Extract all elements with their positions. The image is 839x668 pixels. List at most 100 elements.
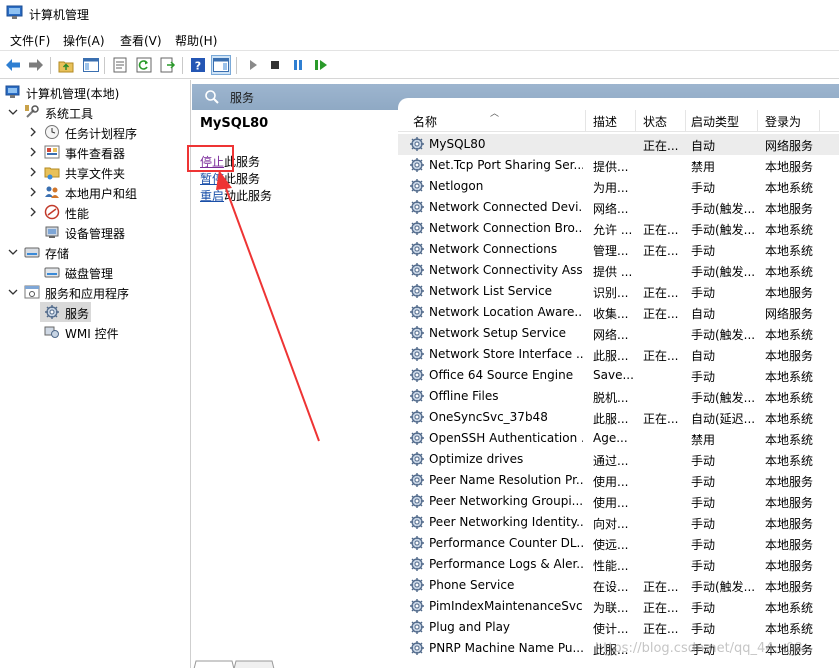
back-button[interactable] [3, 55, 23, 75]
restart-service-link[interactable]: 重启动此服务 [200, 187, 272, 204]
table-row[interactable]: Network Location Aware... 收集... 正在... 自动 网络服… [398, 302, 839, 323]
service-name-cell: Network Location Aware... [429, 305, 583, 319]
service-description-cell: 使用... [593, 475, 629, 489]
menu-action[interactable]: 操作(A) [63, 32, 105, 49]
tree-item-11[interactable]: 服务 [0, 302, 190, 322]
chevron-down-icon[interactable] [8, 107, 18, 117]
service-description-cell: 收集... [593, 307, 629, 321]
table-row[interactable]: Network List Service 识别... 正在... 手动 本地服务 [398, 281, 839, 302]
forward-button[interactable] [26, 55, 46, 75]
up-folder-button[interactable] [56, 55, 76, 75]
table-row[interactable]: Offline Files 脱机... 手动(触发... 本地系统 [398, 386, 839, 407]
service-name-cell: Net.Tcp Port Sharing Ser... [429, 158, 583, 172]
service-startup-type-cell: 自动 [691, 139, 716, 153]
service-gear-icon [410, 368, 424, 382]
table-row[interactable]: Net.Tcp Port Sharing Ser... 提供... 禁用 本地服务 [398, 155, 839, 176]
tree-item-7[interactable]: 设备管理器 [0, 222, 190, 242]
tree-item-10[interactable]: 服务和应用程序 [0, 282, 190, 302]
service-name-cell: Offline Files [429, 389, 499, 403]
service-logon-cell: 本地服务 [765, 475, 814, 489]
table-row[interactable]: Network Store Interface ... 此服... 正在... 自动 本… [398, 344, 839, 365]
table-row[interactable]: Peer Networking Groupi... 使用... 手动 本地服务 [398, 491, 839, 512]
service-gear-icon [410, 263, 424, 277]
pause-service-link[interactable]: 暂停此服务 [200, 170, 260, 187]
title-bar: 计算机管理 [0, 0, 839, 28]
chevron-right-icon[interactable] [28, 147, 38, 157]
column-header-name[interactable]: 名称 [413, 113, 437, 130]
tree-item-6[interactable]: 性能 [0, 202, 190, 222]
tree-item-4[interactable]: 共享文件夹 [0, 162, 190, 182]
tree-item-1[interactable]: 系统工具 [0, 102, 190, 122]
chevron-right-icon[interactable] [28, 167, 38, 177]
column-header-log-on-as[interactable]: 登录为 [765, 113, 801, 130]
refresh-button[interactable] [134, 55, 154, 75]
help-button[interactable]: ? [188, 55, 208, 75]
service-gear-icon [410, 347, 424, 361]
table-row[interactable]: Network Connected Devi... 网络... 手动(触发... 本地… [398, 197, 839, 218]
service-logon-cell: 本地系统 [765, 601, 814, 615]
column-header-startup-type[interactable]: 启动类型 [691, 113, 739, 130]
table-row[interactable]: Network Connection Bro... 允许 ... 正在... 手动(触… [398, 218, 839, 239]
tree-item-12[interactable]: WMI 控件 [0, 322, 190, 342]
chevron-down-icon[interactable] [8, 247, 18, 257]
properties-button[interactable] [110, 55, 130, 75]
table-row[interactable]: PimIndexMaintenanceSvc... 为联... 正在... 手动 本地系… [398, 596, 839, 617]
tree-item-label: 服务和应用程序 [45, 287, 130, 301]
tree-item-9[interactable]: 磁盘管理 [0, 262, 190, 282]
table-row[interactable]: Peer Networking Identity... 向对... 手动 本地服务 [398, 512, 839, 533]
column-header-description[interactable]: 描述 [593, 113, 617, 130]
service-description-cell: 允许 ... [593, 223, 633, 237]
menu-help[interactable]: 帮助(H) [175, 32, 217, 49]
table-header: ︿ 名称 描述 状态 启动类型 登录为 [398, 108, 839, 132]
table-row[interactable]: Plug and Play 使计... 正在... 手动 本地系统 [398, 617, 839, 638]
service-logon-cell: 本地服务 [765, 349, 814, 363]
tree-item-2[interactable]: 任务计划程序 [0, 122, 190, 142]
service-description-cell: 为用... [593, 181, 629, 195]
table-row[interactable]: OpenSSH Authentication ... Age... 禁用 本地系统 [398, 428, 839, 449]
service-startup-type-cell: 手动 [691, 622, 716, 636]
stop-service-button[interactable] [265, 55, 285, 75]
service-gear-icon [410, 242, 424, 256]
service-gear-icon [410, 599, 424, 613]
service-startup-type-cell: 手动(触发... [691, 202, 755, 216]
chevron-right-icon[interactable] [28, 207, 38, 217]
action-pane-button[interactable] [211, 55, 231, 75]
table-row[interactable]: Netlogon 为用... 手动 本地系统 [398, 176, 839, 197]
service-startup-type-cell: 自动(延迟... [691, 412, 755, 426]
action-pane-icon [213, 58, 229, 72]
table-row[interactable]: Phone Service 在设... 正在... 手动(触发... 本地服务 [398, 575, 839, 596]
chevron-down-icon[interactable] [8, 287, 18, 297]
start-service-button[interactable] [243, 55, 263, 75]
tree-item-root[interactable]: 计算机管理(本地) [0, 82, 190, 102]
tree-item-8[interactable]: 存储 [0, 242, 190, 262]
menu-file[interactable]: 文件(F) [10, 32, 50, 49]
stop-icon [271, 61, 279, 69]
chevron-right-icon[interactable] [28, 187, 38, 197]
tree-item-3[interactable]: 事件查看器 [0, 142, 190, 162]
export-list-button[interactable] [158, 55, 178, 75]
table-row[interactable]: Network Connections 管理... 正在... 手动 本地系统 [398, 239, 839, 260]
pause-service-button[interactable] [288, 55, 308, 75]
table-row[interactable]: Peer Name Resolution Pr... 使用... 手动 本地服务 [398, 470, 839, 491]
bottom-tabs [192, 658, 392, 668]
menu-view[interactable]: 查看(V) [120, 32, 162, 49]
table-row[interactable]: Performance Counter DL... 使远... 手动 本地服务 [398, 533, 839, 554]
tree-item-5[interactable]: 本地用户和组 [0, 182, 190, 202]
service-description-cell: 性能... [593, 559, 629, 573]
restart-service-button[interactable] [311, 55, 331, 75]
table-row[interactable]: OneSyncSvc_37b48 此服... 正在... 自动(延迟... 本地系统 [398, 407, 839, 428]
table-row[interactable]: Performance Logs & Aler... 性能... 手动 本地服务 [398, 554, 839, 575]
table-row[interactable]: MySQL80 正在... 自动 网络服务 [398, 134, 839, 155]
service-logon-cell: 本地系统 [765, 622, 814, 636]
service-logon-cell: 本地系统 [765, 433, 814, 447]
chevron-right-icon[interactable] [28, 127, 38, 137]
table-row[interactable]: Optimize drives 通过... 手动 本地系统 [398, 449, 839, 470]
tree-item-label: 本地用户和组 [65, 187, 138, 201]
table-row[interactable]: Network Connectivity Ass... 提供 ... 手动(触发..… [398, 260, 839, 281]
service-description-cell: 向对... [593, 517, 629, 531]
table-row[interactable]: Office 64 Source Engine Save... 手动 本地系统 [398, 365, 839, 386]
forward-arrow-icon [29, 59, 43, 71]
table-row[interactable]: Network Setup Service 网络... 手动(触发... 本地系统 [398, 323, 839, 344]
column-header-status[interactable]: 状态 [643, 113, 667, 130]
show-hide-tree-button[interactable] [81, 55, 101, 75]
